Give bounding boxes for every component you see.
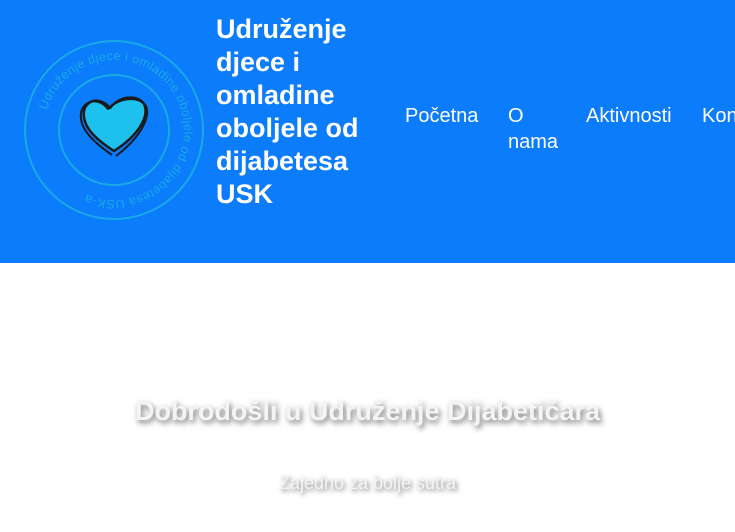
- nav-item-aktivnosti[interactable]: Aktivnosti: [586, 103, 672, 129]
- hero-subtitle: Zajedno za bolje sutra: [278, 473, 457, 493]
- site-title[interactable]: Udruženje djece i omladine oboljele od d…: [216, 13, 376, 211]
- logo-graphic: Udruženje djece i omladine oboljele od d…: [24, 40, 204, 220]
- heart-logo-icon[interactable]: Udruženje djece i omladine oboljele od d…: [22, 38, 206, 222]
- nav-item-kontakt[interactable]: Kontakt: [702, 103, 735, 129]
- nav-item-o-nama[interactable]: O nama: [508, 103, 558, 155]
- hero-title: Dobrodošli u Udruženje Dijabetičara: [134, 396, 601, 426]
- heart-icon: [79, 96, 149, 157]
- site-header: Udruženje djece i omladine oboljele od d…: [0, 0, 735, 263]
- nav-item-pocetna[interactable]: Početna: [405, 103, 478, 129]
